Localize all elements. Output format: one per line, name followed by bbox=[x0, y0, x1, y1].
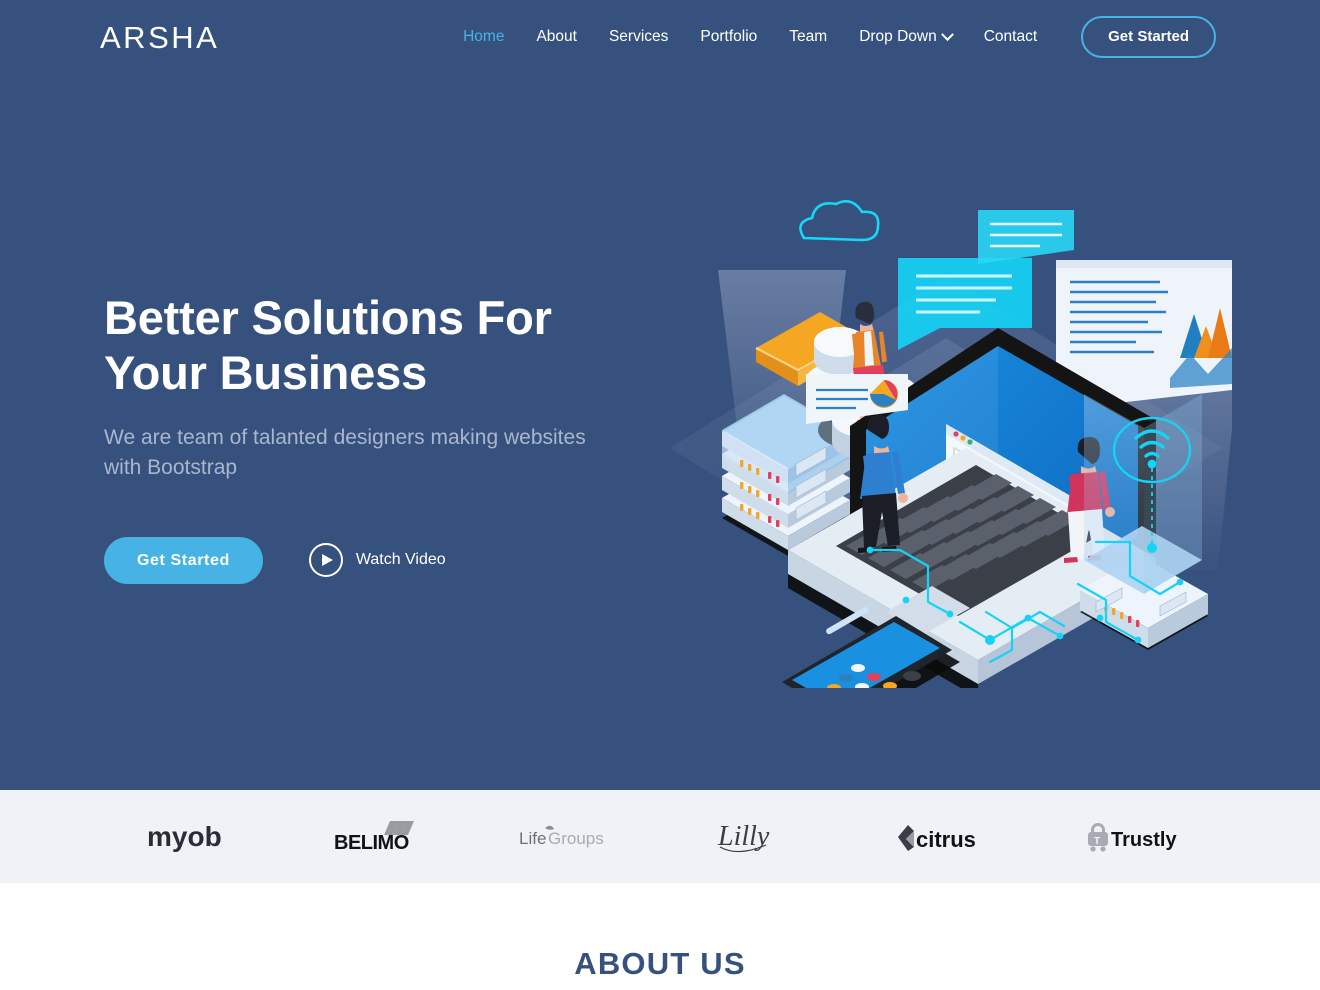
client-logo-belimo[interactable]: BELIMO bbox=[283, 807, 471, 867]
watch-video-label: Watch Video bbox=[355, 551, 446, 569]
nav-label: Drop Down bbox=[859, 28, 937, 45]
watch-video-button[interactable]: Watch Video bbox=[308, 543, 446, 578]
hero-get-started-button[interactable]: Get Started bbox=[104, 536, 263, 585]
svg-text:Life: Life bbox=[519, 829, 546, 848]
hero-section: ARSHA Home About Services Portfolio Team… bbox=[0, 0, 1320, 790]
hero-title-line-1: Better Solutions For bbox=[104, 291, 552, 344]
nav-label: Home bbox=[463, 28, 505, 45]
about-title: ABOUT US bbox=[574, 946, 746, 981]
main-navigation: Home About Services Portfolio Team Drop … bbox=[447, 16, 1216, 58]
hero-title: Better Solutions For Your Business bbox=[104, 290, 624, 401]
svg-text:Trustly: Trustly bbox=[1111, 829, 1177, 851]
nav-item-team[interactable]: Team bbox=[773, 28, 843, 46]
svg-text:Lilly: Lilly bbox=[717, 821, 770, 852]
hero-subtitle: We are team of talanted designers making… bbox=[104, 425, 586, 479]
nav-item-portfolio[interactable]: Portfolio bbox=[684, 28, 773, 46]
hero-actions: Get Started Watch Video bbox=[104, 536, 624, 585]
play-icon bbox=[308, 543, 343, 578]
about-section: ABOUT US bbox=[0, 883, 1320, 990]
client-logo-citrus[interactable]: citrus bbox=[848, 807, 1036, 867]
svg-text:BELIMO: BELIMO bbox=[334, 832, 409, 854]
client-logo-trustly[interactable]: T Trustly bbox=[1037, 807, 1225, 867]
site-logo[interactable]: ARSHA bbox=[100, 22, 219, 53]
clients-logo-row: myob BELIMO Life Groups Lilly citrus T T… bbox=[95, 807, 1225, 867]
site-header: ARSHA Home About Services Portfolio Team… bbox=[0, 0, 1320, 74]
hero-illustration bbox=[660, 198, 1232, 688]
nav-item-services[interactable]: Services bbox=[593, 28, 684, 46]
nav-label: Contact bbox=[983, 28, 1038, 45]
svg-text:T: T bbox=[1094, 836, 1100, 847]
nav-item-home[interactable]: Home bbox=[447, 28, 520, 46]
client-logo-lifegroups[interactable]: Life Groups bbox=[472, 807, 660, 867]
nav-item-drop-down[interactable]: Drop Down bbox=[843, 27, 968, 46]
svg-text:myob: myob bbox=[147, 821, 222, 852]
nav-item-contact[interactable]: Contact bbox=[968, 28, 1053, 46]
hero-title-line-2: Your Business bbox=[104, 346, 428, 400]
chevron-down-icon bbox=[940, 27, 954, 41]
client-logo-lilly[interactable]: Lilly bbox=[660, 807, 848, 867]
hero-content: Better Solutions For Your Business We ar… bbox=[104, 290, 624, 585]
clients-section: myob BELIMO Life Groups Lilly citrus T T… bbox=[0, 790, 1320, 883]
nav-item-about[interactable]: About bbox=[520, 28, 593, 46]
svg-text:citrus: citrus bbox=[916, 827, 976, 852]
nav-label: Services bbox=[608, 28, 669, 45]
client-logo-myob[interactable]: myob bbox=[95, 807, 283, 867]
nav-label: Portfolio bbox=[700, 28, 758, 45]
svg-text:Groups: Groups bbox=[548, 829, 604, 848]
nav-label: About bbox=[536, 28, 577, 45]
nav-label: Team bbox=[789, 28, 828, 45]
header-get-started-button[interactable]: Get Started bbox=[1081, 16, 1216, 58]
